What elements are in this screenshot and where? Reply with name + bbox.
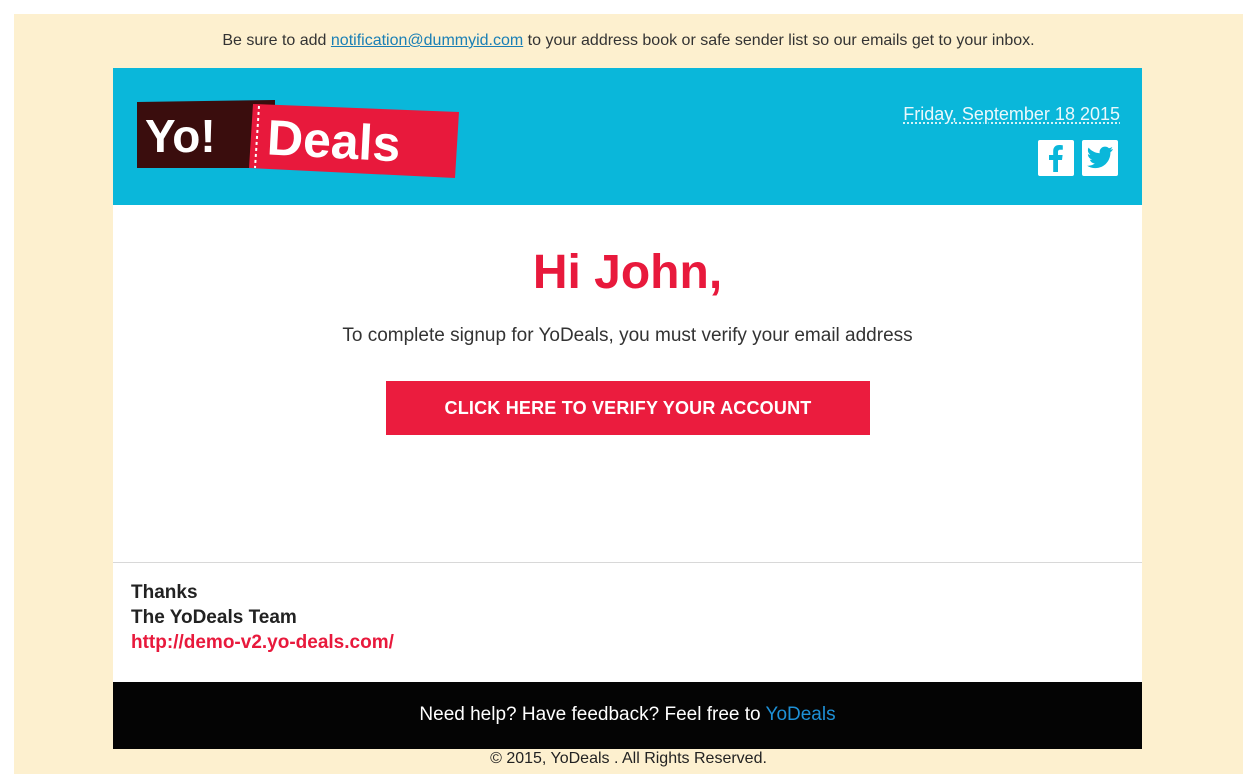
- email-body: Yo! Deals Friday, September 18 2015 Hi J…: [113, 68, 1142, 750]
- message-section: Hi John, To complete signup for YoDeals,…: [113, 205, 1142, 563]
- email-header: Yo! Deals Friday, September 18 2015: [113, 68, 1142, 205]
- help-message: Need help? Have feedback? Feel free to Y…: [113, 704, 1142, 726]
- help-text: Need help? Have feedback? Feel free to: [419, 704, 761, 725]
- notification-email-link[interactable]: notification@dummyid.com: [331, 32, 523, 49]
- email-canvas: Be sure to add notification@dummyid.com …: [14, 14, 1243, 774]
- twitter-icon[interactable]: [1082, 140, 1118, 176]
- notice-suffix: to your address book or safe sender list…: [527, 32, 1035, 49]
- greeting-heading: Hi John,: [532, 246, 723, 299]
- notice-prefix: Be sure to add: [222, 32, 327, 49]
- email-footer: Need help? Have feedback? Feel free to Y…: [113, 682, 1142, 749]
- page-frame: Be sure to add notification@dummyid.com …: [0, 0, 1243, 774]
- facebook-icon[interactable]: [1038, 140, 1074, 176]
- site-url-link[interactable]: http://demo-v2.yo-deals.com/: [131, 632, 394, 654]
- social-links: [1038, 140, 1118, 176]
- header-date: Friday, September 18 2015: [903, 104, 1120, 124]
- signoff-thanks: Thanks: [131, 582, 198, 603]
- logo-text-deals: Deals: [266, 109, 402, 172]
- yodeals-contact-link[interactable]: YoDeals: [766, 704, 836, 725]
- copyright-text: © 2015, YoDeals . All Rights Reserved.: [490, 750, 767, 767]
- safe-sender-notice: Be sure to add notification@dummyid.com …: [14, 32, 1243, 50]
- signoff-team: The YoDeals Team: [131, 607, 297, 628]
- signup-instructions: To complete signup for YoDeals, you must…: [342, 325, 913, 346]
- yodeals-logo[interactable]: Yo! Deals: [135, 98, 459, 178]
- verify-account-button[interactable]: CLICK HERE TO VERIFY YOUR ACCOUNT: [386, 381, 870, 435]
- signoff-section: Thanks The YoDeals Team http://demo-v2.y…: [113, 563, 1142, 682]
- logo-text-yo: Yo!: [145, 110, 216, 162]
